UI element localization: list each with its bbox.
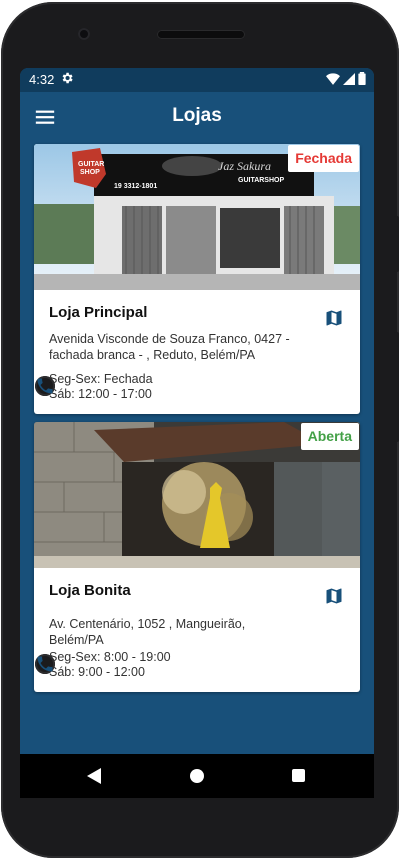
store-name: Loja Bonita [49, 582, 131, 599]
hours-weekdays: Seg-Sex: Fechada [49, 372, 153, 386]
store-card-bonita[interactable]: Aberta Loja Bonita Av. Centenário, 1052 … [34, 422, 360, 692]
system-nav-bar [20, 754, 374, 798]
store-address-line2: fachada branca - , Reduto, Belém/PA [49, 348, 256, 362]
store-address-line1: Av. Centenário, 1052 , Mangueirão, Belém… [49, 617, 246, 647]
earpiece-speaker [157, 30, 245, 39]
power-button [394, 216, 399, 272]
store-name: Loja Principal [49, 304, 148, 321]
store-address-line1: Avenida Visconde de Souza Franco, 0427 - [49, 332, 290, 346]
status-time: 4:32 [29, 72, 55, 87]
store-card-principal[interactable]: GUITAR SHOP Jaz Sakura 19 3312-1801 GUIT… [34, 144, 360, 414]
battery-icon [358, 72, 366, 85]
status-bar: 4:32 [20, 68, 374, 92]
status-badge-closed: Fechada [288, 145, 359, 172]
store-hours: Seg-Sex: Fechada Sáb: 12:00 - 17:00 [49, 372, 153, 402]
sign-shop: GUITARSHOP [238, 177, 284, 184]
phone-icon[interactable] [35, 654, 55, 674]
front-camera [78, 28, 90, 40]
back-icon[interactable] [87, 768, 101, 784]
sign-phone: 19 3312-1801 [114, 183, 157, 190]
hours-saturday: Sáb: 9:00 - 12:00 [49, 665, 145, 679]
sign-guitar-line2: SHOP [80, 169, 100, 176]
recent-apps-icon[interactable] [292, 769, 305, 782]
map-icon[interactable] [324, 586, 344, 606]
hours-weekdays: Seg-Sex: 8:00 - 19:00 [49, 650, 171, 664]
phone-icon[interactable] [35, 376, 55, 396]
signal-icon [343, 72, 355, 85]
sign-brand-name: Jaz Sakura [218, 159, 271, 173]
hours-saturday: Sáb: 12:00 - 17:00 [49, 387, 152, 401]
map-icon[interactable] [324, 308, 344, 328]
store-hours: Seg-Sex: 8:00 - 19:00 Sáb: 9:00 - 12:00 [49, 650, 171, 680]
store-address: Av. Centenário, 1052 , Mangueirão, Belém… [49, 616, 299, 648]
app-screen: 4:32 Lojas GUITAR SHOP Jaz Sakura 19 331… [20, 68, 374, 754]
store-address: Avenida Visconde de Souza Franco, 0427 -… [49, 331, 299, 363]
volume-button [394, 332, 399, 442]
home-icon[interactable] [190, 769, 204, 783]
system-icons [326, 72, 366, 85]
app-bar: Lojas [20, 92, 374, 142]
gear-icon [62, 72, 73, 84]
wifi-icon [326, 72, 340, 85]
status-badge-open: Aberta [300, 423, 359, 450]
sign-guitar-line1: GUITAR [78, 161, 104, 168]
page-title: Lojas [172, 105, 222, 126]
